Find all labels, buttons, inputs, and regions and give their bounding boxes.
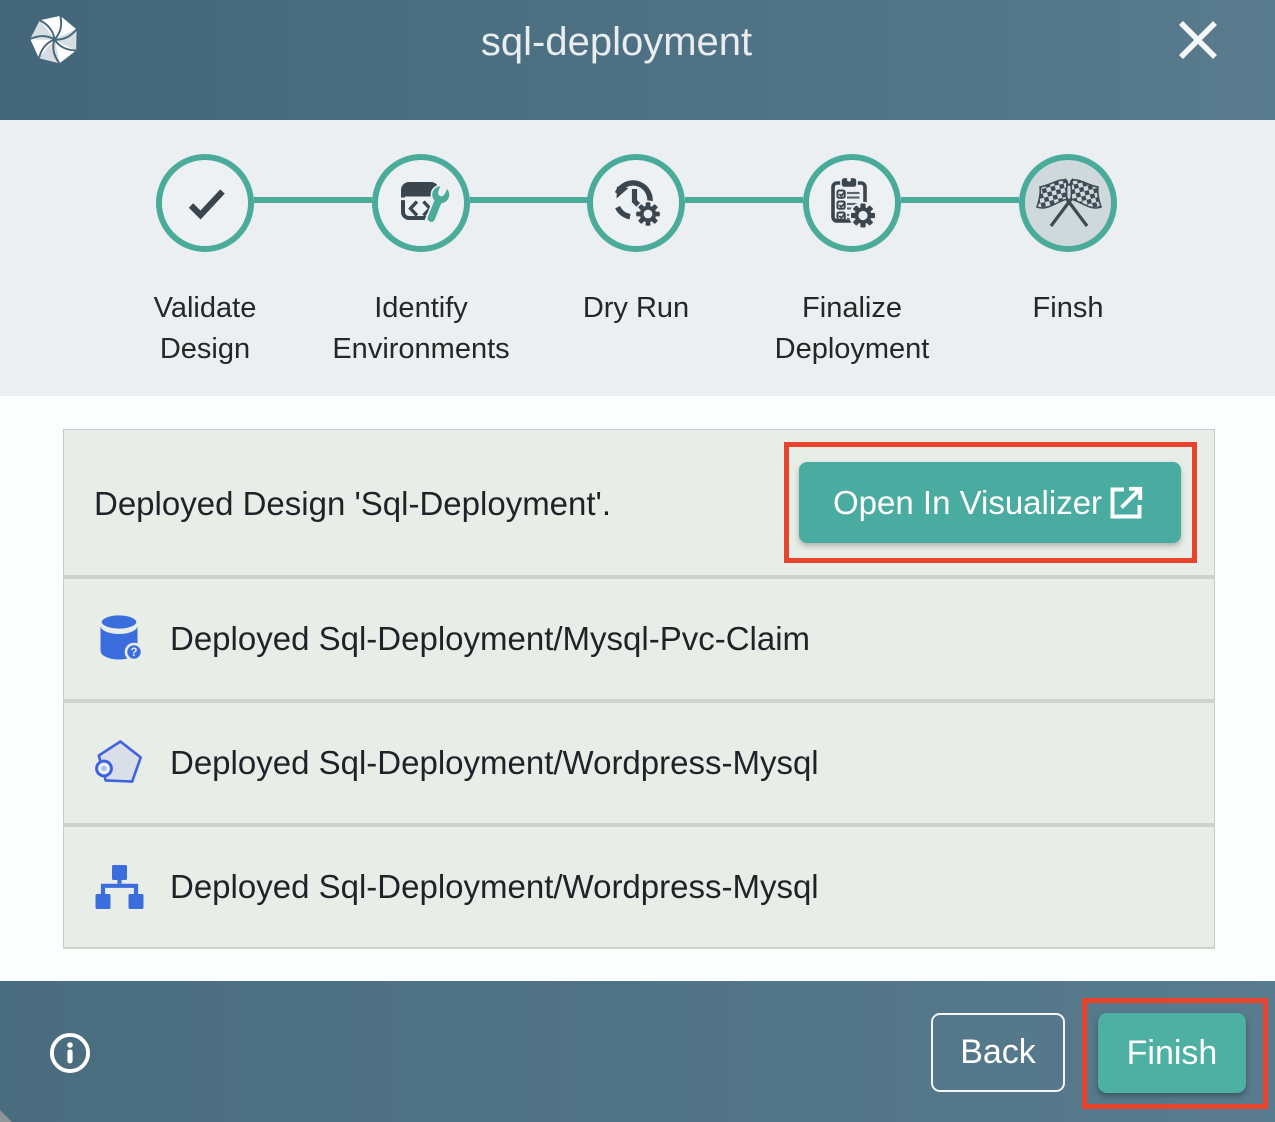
svg-text:?: ? — [130, 647, 137, 659]
